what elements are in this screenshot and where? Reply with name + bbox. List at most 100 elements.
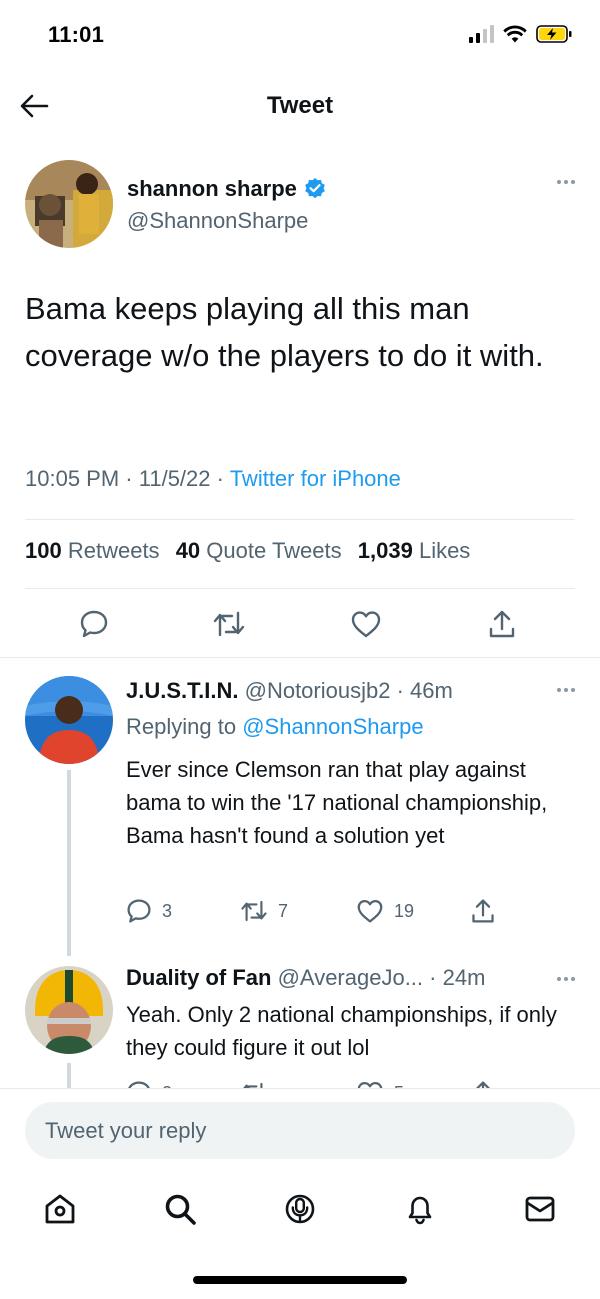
tweet-date: 11/5/22 [138,466,211,491]
avatar-image [25,966,113,1054]
tweet-actions [0,607,600,643]
reply-share-button[interactable] [470,1080,496,1088]
like-count: 19 [394,900,415,921]
tweet-author: shannon sharpe @ShannonSharpe [25,158,575,254]
retweet-icon [243,1082,263,1088]
like-button[interactable] [349,607,383,641]
meta-separator: · [423,965,443,990]
reply-header: Duality of Fan @AverageJo... · 24m [126,965,485,991]
bottom-tab-bar [0,1189,600,1239]
reply-retweet-button[interactable]: 7 [240,898,288,924]
retweet-icon [241,900,267,922]
more-options-button[interactable] [557,180,575,184]
search-icon [165,1194,196,1225]
reply-share-button[interactable] [470,898,496,924]
replying-to: Replying to @ShannonSharpe [126,714,424,740]
retweet-button[interactable] [212,607,246,641]
tab-notifications[interactable] [400,1189,440,1229]
likes-label: Likes [418,538,471,563]
tab-spaces[interactable] [280,1189,320,1229]
meta-separator: · [216,466,230,491]
reply-button[interactable] [77,607,111,641]
share-button[interactable] [485,607,519,641]
reply-item[interactable]: J.U.S.T.I.N. @Notoriousjb2 · 46m Replyin… [0,658,600,958]
status-icons [469,24,574,44]
reply-text: Ever since Clemson ran that play against… [126,757,548,848]
reply-author-handle[interactable]: @Notoriousjb2 [245,678,391,703]
reply-age: 24m [442,965,486,990]
likes-stat[interactable]: 1,039 Likes [358,538,471,563]
reply-text: Yeah. Only 2 national championships, if … [126,1002,557,1060]
reply-reply-button[interactable]: 3 [126,898,172,924]
replying-to-label: Replying to [126,714,237,739]
reply-icon [80,610,108,638]
likes-count: 1,039 [357,538,413,563]
retweet-count: 7 [278,900,289,921]
author-name[interactable]: shannon sharpe [127,176,297,202]
reply-reply-button[interactable]: 2 [126,1080,172,1088]
retweets-stat[interactable]: 100 Retweets [25,538,160,563]
reply-actions-clipped: 2 5 [0,1076,600,1088]
share-icon [489,610,515,638]
reply-like-button[interactable]: 5 [356,1080,404,1088]
quote-tweets-label: Quote Tweets [206,538,342,563]
retweets-label: Retweets [67,538,160,563]
tweet-time: 10:05 PM [25,466,120,491]
tab-home[interactable] [40,1189,80,1229]
wifi-icon [503,25,527,43]
meta-separator: · [125,466,139,491]
author-handle[interactable]: @ShannonSharpe [127,208,308,234]
reply-author-name[interactable]: Duality of Fan [126,965,271,990]
home-icon [45,1194,75,1224]
reply-more-button[interactable] [557,688,575,692]
tweet-stats: 100 Retweets 40 Quote Tweets 1,039 Likes [25,538,480,564]
share-icon [476,1081,490,1088]
meta-separator: · [390,678,411,703]
tweet-source-link[interactable]: Twitter for iPhone [230,466,401,491]
home-indicator [193,1276,407,1284]
tab-search[interactable] [160,1189,200,1229]
reply-input[interactable] [25,1102,575,1159]
heart-icon [357,899,383,923]
quote-tweets-count: 40 [175,538,201,563]
reply-avatar[interactable] [25,966,113,1054]
author-avatar[interactable] [25,160,113,248]
status-time: 11:01 [48,22,105,47]
avatar-image [25,676,113,764]
notifications-icon [408,1196,432,1225]
divider [25,519,575,520]
divider [25,588,575,589]
reply-icon [127,899,151,923]
spaces-icon [285,1194,315,1224]
reply-more-button[interactable] [557,977,575,981]
author-name-row: shannon sharpe [127,176,327,202]
page-title: Tweet [266,92,334,119]
reply-icon [128,1081,150,1088]
verified-badge-icon [305,178,325,199]
tab-messages[interactable] [520,1189,560,1229]
heart-icon [357,1081,383,1088]
reply-count: 3 [162,900,173,921]
share-icon [472,899,494,923]
status-bar: 11:01 [0,0,600,70]
reply-retweet-button[interactable] [240,1080,268,1088]
replying-to-handle[interactable]: @ShannonSharpe [242,714,423,739]
reply-like-button[interactable]: 19 [356,898,414,924]
reply-composer [0,1088,600,1299]
tweet-text: Bama keeps playing all this man coverage… [25,291,544,373]
reply-header: J.U.S.T.I.N. @Notoriousjb2 · 46m [126,678,453,704]
tweet-meta: 10:05 PM · 11/5/22 · Twitter for iPhone [25,466,401,492]
retweets-count: 100 [25,538,62,563]
battery-charging-icon [536,25,572,43]
reply-actions: 3 7 19 [126,898,566,928]
reply-item[interactable]: Duality of Fan @AverageJo... · 24m Yeah.… [0,958,600,1088]
heart-icon [351,611,381,638]
reply-author-name[interactable]: J.U.S.T.I.N. [126,678,238,703]
messages-icon [525,1196,555,1222]
thread-line [67,770,71,956]
avatar-image [25,160,113,248]
nav-header: Tweet [0,70,600,142]
reply-avatar[interactable] [25,676,113,764]
quote-tweets-stat[interactable]: 40 Quote Tweets [176,538,342,563]
reply-author-handle[interactable]: @AverageJo... [278,965,423,990]
